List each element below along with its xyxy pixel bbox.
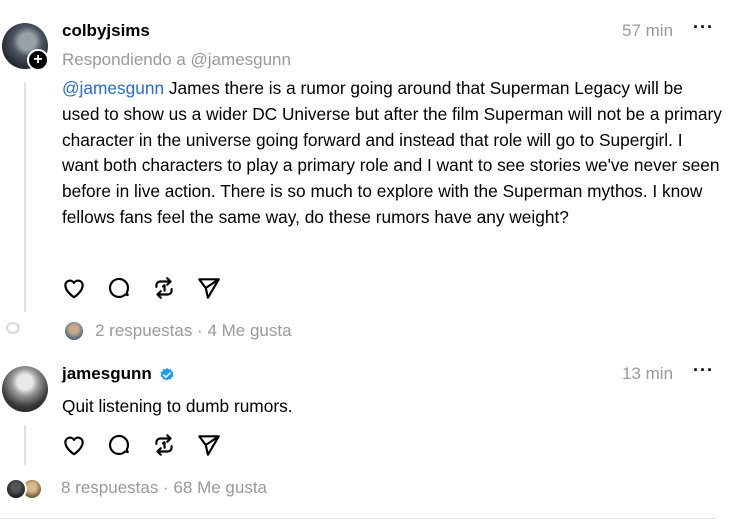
reply-button[interactable]: [106, 431, 151, 459]
post-actions: [61, 274, 241, 302]
divider: [0, 518, 716, 519]
thread-curl: [6, 322, 20, 334]
post-actions: [61, 431, 241, 459]
replier-avatar: [63, 320, 85, 342]
comment-icon: [108, 434, 130, 456]
post-text: @jamesgunn James there is a rumor going …: [62, 78, 722, 227]
post-time[interactable]: 57 min: [622, 21, 673, 41]
repost-icon: [155, 434, 173, 456]
heart-icon: [64, 436, 84, 456]
avatar[interactable]: [2, 366, 48, 412]
like-button[interactable]: [61, 274, 106, 302]
replying-to: Respondiendo a @jamesgunn: [62, 50, 291, 69]
share-button[interactable]: [196, 274, 241, 302]
reply-button[interactable]: [106, 274, 151, 302]
more-options-button[interactable]: ···: [693, 17, 714, 38]
post-stats[interactable]: 2 respuestas · 4 Me gusta: [95, 321, 292, 341]
follow-plus-button[interactable]: +: [27, 49, 49, 71]
repost-button[interactable]: [151, 274, 196, 302]
replier-avatar: [5, 478, 27, 500]
comment-icon: [108, 277, 130, 299]
thread-line: [24, 425, 26, 465]
more-options-button[interactable]: ···: [693, 360, 714, 381]
like-button[interactable]: [61, 431, 106, 459]
mention-link[interactable]: @jamesgunn: [62, 78, 164, 98]
post-time[interactable]: 13 min: [622, 364, 673, 384]
username[interactable]: colbyjsims: [62, 21, 150, 41]
post-text: Quit listening to dumb rumors.: [62, 396, 293, 416]
thread-line: [24, 82, 26, 312]
repost-button[interactable]: [151, 431, 196, 459]
send-icon: [198, 435, 220, 456]
share-button[interactable]: [196, 431, 241, 459]
repost-icon: [155, 277, 173, 299]
heart-icon: [64, 279, 84, 299]
send-icon: [198, 278, 220, 299]
verified-badge-icon: [160, 368, 174, 381]
post-stats[interactable]: 8 respuestas · 68 Me gusta: [61, 478, 267, 498]
username[interactable]: jamesgunn: [62, 364, 152, 384]
